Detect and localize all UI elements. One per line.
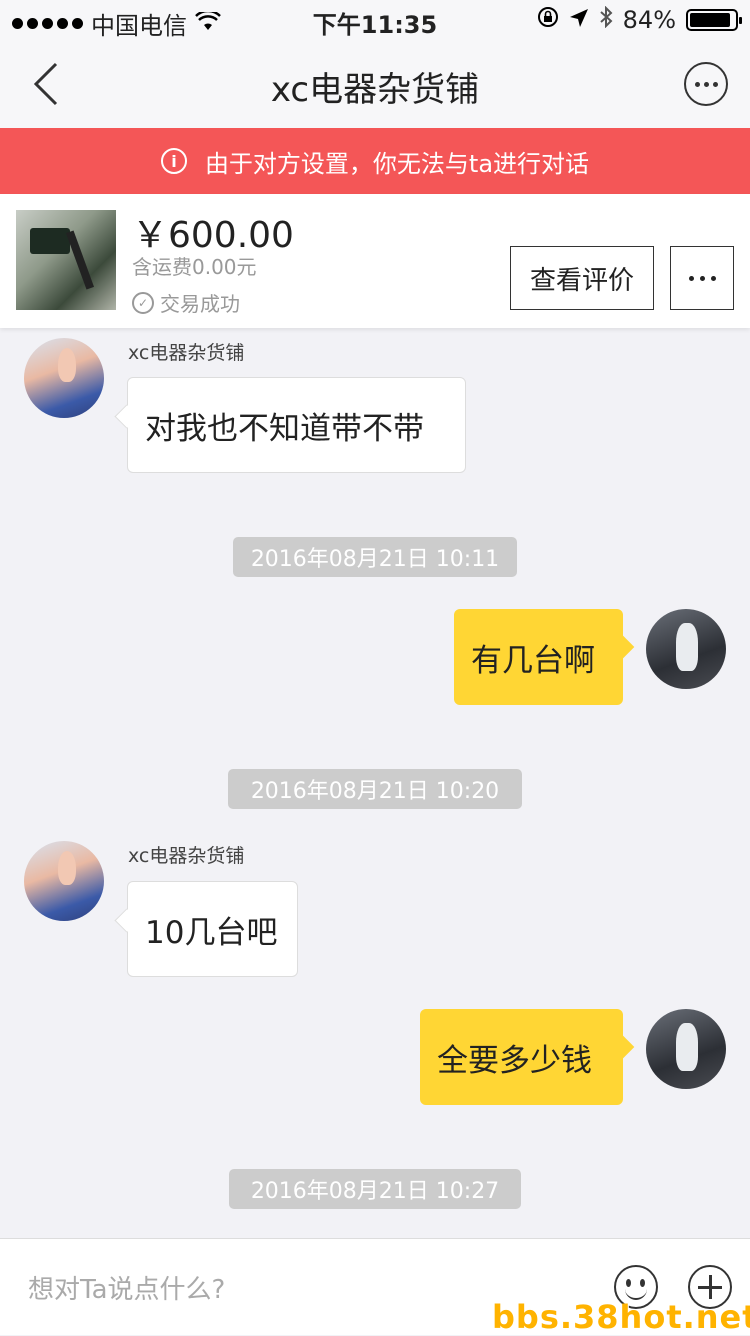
- watermark: bbs.38hot.net: [492, 1298, 750, 1336]
- more-circle-icon[interactable]: [684, 62, 728, 106]
- more-options-button[interactable]: [670, 246, 734, 310]
- seller-avatar[interactable]: [24, 841, 104, 921]
- check-circle-icon: ✓: [132, 291, 154, 314]
- message-bubble-outgoing[interactable]: 全要多少钱: [420, 1009, 623, 1105]
- view-review-button[interactable]: 查看评价: [510, 246, 654, 310]
- my-avatar[interactable]: [646, 1009, 726, 1089]
- rotation-lock-icon: [537, 6, 559, 34]
- order-status-label: 交易成功: [160, 292, 240, 316]
- message-bubble-incoming[interactable]: 10几台吧: [127, 881, 298, 977]
- message-timestamp: 2016年08月21日 10:27: [229, 1169, 521, 1209]
- restriction-text: 由于对方设置，你无法与ta进行对话: [204, 149, 590, 178]
- shipping-fee: 含运费0.00元: [132, 255, 257, 279]
- status-bar: 中国电信 下午11:35 84%: [0, 0, 750, 40]
- bluetooth-icon: [599, 5, 613, 34]
- page-title: xc电器杂货铺: [270, 70, 480, 110]
- info-icon: i: [160, 148, 187, 174]
- message-timestamp: 2016年08月21日 10:11: [233, 537, 517, 577]
- location-arrow-icon: [569, 6, 589, 34]
- product-thumbnail[interactable]: [16, 210, 116, 310]
- battery-icon: [686, 9, 742, 31]
- order-status: ✓ 交易成功: [132, 288, 240, 317]
- nav-bar: xc电器杂货铺: [0, 40, 750, 128]
- message-bubble-outgoing[interactable]: 有几台啊: [454, 609, 623, 705]
- sender-name: xc电器杂货铺: [128, 845, 245, 867]
- product-card[interactable]: ￥600.00 含运费0.00元 ✓ 交易成功 查看评价: [0, 194, 750, 328]
- restriction-banner: i 由于对方设置，你无法与ta进行对话: [0, 128, 750, 194]
- my-avatar[interactable]: [646, 609, 726, 689]
- sender-name: xc电器杂货铺: [128, 342, 245, 364]
- seller-avatar[interactable]: [24, 338, 104, 418]
- message-bubble-incoming[interactable]: 对我也不知道带不带: [127, 377, 466, 473]
- battery-percent: 84%: [622, 6, 676, 34]
- message-timestamp: 2016年08月21日 10:20: [228, 769, 522, 809]
